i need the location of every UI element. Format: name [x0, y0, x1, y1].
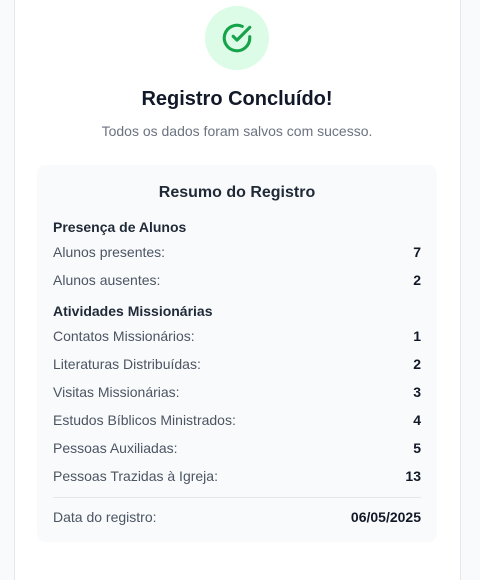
page-subtitle: Todos os dados foram salvos com sucesso. — [101, 123, 373, 139]
summary-title: Resumo do Registro — [158, 184, 316, 201]
summary-row-present: Alunos presentes: 7 — [53, 244, 421, 260]
summary-divider — [53, 497, 421, 498]
check-circle-icon — [222, 23, 252, 53]
summary-row-literature: Literaturas Distribuídas: 2 — [53, 356, 421, 372]
row-value: 5 — [413, 440, 421, 456]
row-label: Estudos Bíblicos Ministrados: — [53, 412, 236, 428]
summary-row-people-brought: Pessoas Trazidas à Igreja: 13 — [53, 468, 421, 484]
row-label: Pessoas Trazidas à Igreja: — [53, 468, 218, 484]
row-value: 13 — [405, 468, 421, 484]
row-label: Contatos Missionários: — [53, 328, 195, 344]
row-label: Alunos ausentes: — [53, 272, 161, 288]
summary-row-people-helped: Pessoas Auxiliadas: 5 — [53, 440, 421, 456]
summary-row-absent: Alunos ausentes: 2 — [53, 272, 421, 288]
summary-row-bible-studies: Estudos Bíblicos Ministrados: 4 — [53, 412, 421, 428]
row-label: Alunos presentes: — [53, 244, 166, 260]
row-value: 7 — [413, 244, 421, 260]
row-value: 2 — [413, 356, 421, 372]
summary-panel: Resumo do Registro Presença de Alunos Al… — [37, 165, 437, 542]
section-attendance-title: Presença de Alunos — [53, 219, 187, 235]
summary-row-date: Data do registro: 06/05/2025 — [53, 509, 421, 525]
row-label: Data do registro: — [53, 509, 157, 525]
row-value: 06/05/2025 — [350, 509, 421, 525]
row-label: Visitas Missionárias: — [53, 384, 180, 400]
summary-row-visits: Visitas Missionárias: 3 — [53, 384, 421, 400]
row-value: 1 — [413, 328, 421, 344]
row-value: 3 — [413, 384, 421, 400]
section-missionary-title: Atividades Missionárias — [53, 303, 213, 319]
row-label: Pessoas Auxiliadas: — [53, 440, 178, 456]
success-badge — [205, 6, 269, 70]
row-label: Literaturas Distribuídas: — [53, 356, 201, 372]
row-value: 2 — [413, 272, 421, 288]
row-value: 4 — [413, 412, 421, 428]
page-title: Registro Concluído! — [141, 88, 333, 110]
summary-row-contacts: Contatos Missionários: 1 — [53, 328, 421, 344]
